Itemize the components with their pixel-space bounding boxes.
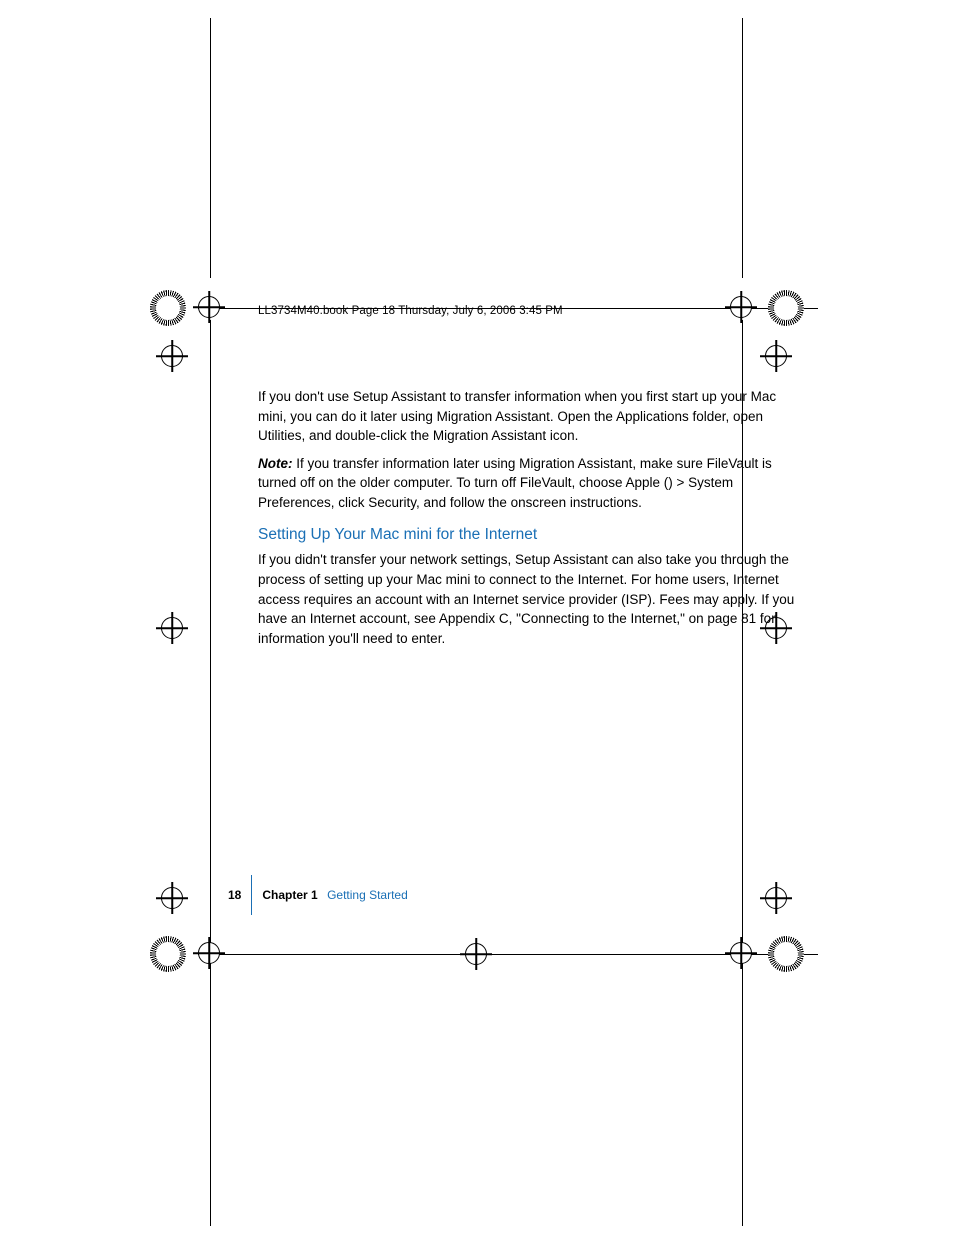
chapter-label: Chapter 1 xyxy=(262,888,317,902)
crop-mark-icon xyxy=(158,884,188,914)
note-paragraph: Note: If you transfer information later … xyxy=(258,454,800,513)
page-footer: 18 Chapter 1 Getting Started xyxy=(228,875,408,915)
page-content: LL3734M40.book Page 18 Thursday, July 6,… xyxy=(258,305,800,656)
crop-mark-icon xyxy=(762,884,792,914)
page-number: 18 xyxy=(228,888,251,902)
note-label: Note: xyxy=(258,456,296,471)
footer-divider xyxy=(251,875,252,915)
section-heading: Setting Up Your Mac mini for the Interne… xyxy=(258,526,800,544)
print-header: LL3734M40.book Page 18 Thursday, July 6,… xyxy=(258,305,800,317)
crop-mark-icon xyxy=(158,614,188,644)
body-paragraph: If you don't use Setup Assistant to tran… xyxy=(258,387,800,446)
crop-mark-icon xyxy=(718,924,808,1014)
crop-mark-icon xyxy=(150,278,240,368)
crop-mark-icon xyxy=(462,940,492,970)
crop-mark-icon xyxy=(158,342,188,372)
chapter-title: Getting Started xyxy=(327,888,408,902)
crop-mark-icon xyxy=(150,924,240,1014)
body-paragraph: If you didn't transfer your network sett… xyxy=(258,550,800,648)
